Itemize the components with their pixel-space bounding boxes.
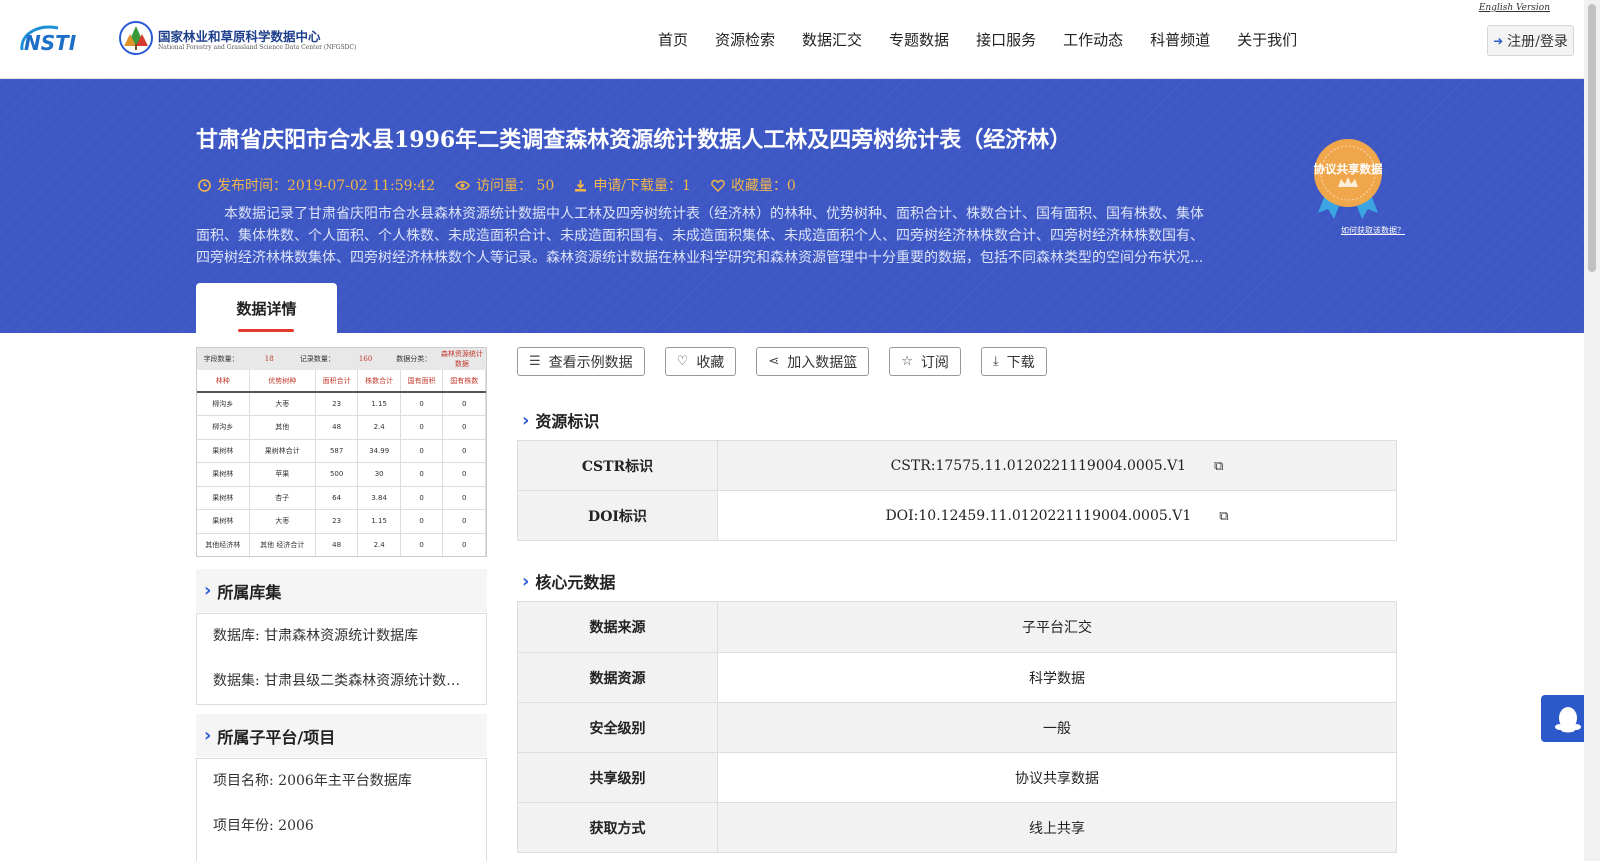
nav-news[interactable]: 工作动态 [1063,28,1123,54]
org-name-cn: 国家林业和草原科学数据中心 [158,29,321,44]
scrollbar-thumb[interactable] [1588,4,1596,272]
table-row: 获取方式 线上共享 [517,802,1397,853]
preview-header-row: 林种 优势树种 面积合计 株数合计 国有面积 国有株数 [197,370,486,393]
dataset-description: 本数据记录了甘肃省庆阳市合水县森林资源统计数据中人工林及四旁树统计表（经济林）的… [196,206,1204,266]
nav-api-service[interactable]: 接口服务 [976,28,1036,54]
nfgsdc-emblem-icon [119,21,153,55]
nsti-logo[interactable]: NSTI [18,22,98,56]
project-name: 项目名称: 2006年主平台数据库 [213,773,412,789]
view-sample-button[interactable]: ☰ 查看示例数据 [517,347,645,376]
table-row: 数据资源 科学数据 [517,652,1397,703]
org-name-en: National Forestry and Grassland Science … [158,44,357,51]
preview-row: 柳沟乡 其他 48 2.4 0 0 [197,415,486,440]
preview-row: 果树林 杏子 64 3.84 0 0 [197,486,486,510]
action-bar: ☰ 查看示例数据 ♡ 收藏 ⋖ 加入数据篮 ☆ 订阅 ⤓ 下载 [517,347,1047,376]
project-section-header: › 所属子平台/项目 [196,714,487,757]
site-header: NSTI 国家林业和草原科学数据中心 National Forestry and… [0,0,1584,79]
identifier-section-header: › 资源标识 [522,409,600,432]
core-metadata-section-header: › 核心元数据 [522,570,616,593]
qq-penguin-icon [1555,706,1581,732]
sign-in-icon: ➜ [1493,33,1504,48]
tab-data-details[interactable]: 数据详情 [196,283,337,333]
page: NSTI 国家林业和草原科学数据中心 National Forestry and… [0,0,1600,861]
download-count: 申请/下载量：1 [574,175,691,195]
nav-home[interactable]: 首页 [658,28,688,54]
star-icon: ☆ [901,354,913,369]
favorite-button[interactable]: ♡ 收藏 [664,347,737,376]
nav-data-submission[interactable]: 数据汇交 [802,28,862,54]
nav-topic-data[interactable]: 专题数据 [889,28,949,54]
heart-icon [711,179,725,192]
copy-icon[interactable]: ⧉ [1219,509,1228,524]
preview-row: 果树林 大枣 23 1.15 0 0 [197,509,486,534]
database-icon: ☰ [529,354,541,369]
subscribe-button[interactable]: ☆ 订阅 [889,347,961,376]
favorite-count: 收藏量：0 [711,175,796,195]
preview-row: 果树林 苹果 500 30 0 0 [197,462,486,487]
table-row: DOI标识 DOI:10.12459.11.0120221119004.0005… [517,490,1397,541]
core-metadata-table: 数据来源 子平台汇交 数据资源 科学数据 安全级别 一般 共享级别 协议共享数据… [517,601,1397,853]
clock-icon [198,178,211,192]
download-button[interactable]: ⤓ 下载 [980,347,1047,376]
download-icon: ⤓ [992,354,999,369]
login-label: 注册/登录 [1507,33,1568,50]
heart-icon: ♡ [676,354,689,369]
chevron-right-icon: › [204,580,212,601]
tab-label: 数据详情 [236,300,297,318]
svg-text:协议共享数据: 协议共享数据 [1314,162,1383,176]
database-link[interactable]: 数据库: 甘肃森林资源统计数据库 [197,614,486,659]
copy-icon[interactable]: ⧉ [1214,459,1223,474]
table-row: 安全级别 一般 [517,702,1397,753]
table-row: 数据来源 子平台汇交 [517,601,1397,653]
publish-time: 发布时间：2019-07-02 11:59:42 [198,175,435,195]
login-button[interactable]: ➜ 注册/登录 [1487,25,1574,56]
download-icon [575,179,587,191]
project-year: 项目年份: 2006 [213,818,314,834]
dataset-title: 甘肃省庆阳市合水县1996年二类调查森林资源统计数据人工林及四旁树统计表（经济林… [196,127,1072,153]
nav-science-channel[interactable]: 科普频道 [1150,28,1210,54]
nfgsdc-logo[interactable]: 国家林业和草原科学数据中心 National Forestry and Gras… [118,20,356,60]
project-list: 项目名称: 2006年主平台数据库 项目年份: 2006 [196,758,487,861]
chevron-right-icon: › [204,725,212,746]
english-version-link[interactable]: English Version [1479,3,1550,13]
dataset-link[interactable]: 数据集: 甘肃县级二类森林资源统计数据集 [197,659,486,704]
svg-text:NSTI: NSTI [24,31,77,55]
share-icon: ⋖ [768,354,780,369]
visit-count: 访问量： 50 [455,175,554,195]
table-row: CSTR标识 CSTR:17575.11.0120221119004.0005.… [517,440,1397,491]
preview-row: 柳沟乡 大枣 23 1.15 0 0 [197,392,486,416]
chevron-right-icon: › [522,570,530,592]
preview-summary: 字段数量： 18 记录数量： 160 数据分类： 森林资源统计数据 [197,348,486,370]
library-section-header: › 所属库集 [196,569,487,612]
preview-table: 林种 优势树种 面积合计 株数合计 国有面积 国有株数 柳沟乡 大枣 23 1.15 0… [197,370,486,556]
eye-icon [455,180,470,190]
library-list: 数据库: 甘肃森林资源统计数据库 数据集: 甘肃县级二类森林资源统计数据集 [196,613,487,705]
dataset-meta: 发布时间：2019-07-02 11:59:42 访问量： 50 申请/下载量：… [198,175,796,195]
table-row: 共享级别 协议共享数据 [517,752,1397,803]
cstr-value: CSTR:17575.11.0120221119004.0005.V1 [890,457,1187,474]
sample-data-preview[interactable]: 字段数量： 18 记录数量： 160 数据分类： 森林资源统计数据 林种 优势树… [196,347,487,557]
nav-resource-search[interactable]: 资源检索 [715,28,775,54]
agreement-share-badge-icon: 协议共享数据 [1314,139,1383,219]
preview-row: 其他经济林 其他 经济合计 48 2.4 0 0 [197,533,486,556]
chevron-right-icon: › [522,409,530,431]
identifier-table: CSTR标识 CSTR:17575.11.0120221119004.0005.… [517,440,1397,541]
preview-row: 果树林 果树林合计 587 34.99 0 0 [197,439,486,463]
add-to-basket-button[interactable]: ⋖ 加入数据篮 [756,347,870,376]
doi-value: DOI:10.12459.11.0120221119004.0005.V1 [885,507,1192,524]
how-to-get-data-link[interactable]: 如何获取该数据？ [1341,225,1405,236]
nav-about[interactable]: 关于我们 [1237,28,1297,54]
main-nav: 首页 资源检索 数据汇交 专题数据 接口服务 工作动态 科普频道 关于我们 [658,28,1324,54]
tab-active-indicator [238,329,294,332]
page-scrollbar[interactable] [1584,0,1600,861]
